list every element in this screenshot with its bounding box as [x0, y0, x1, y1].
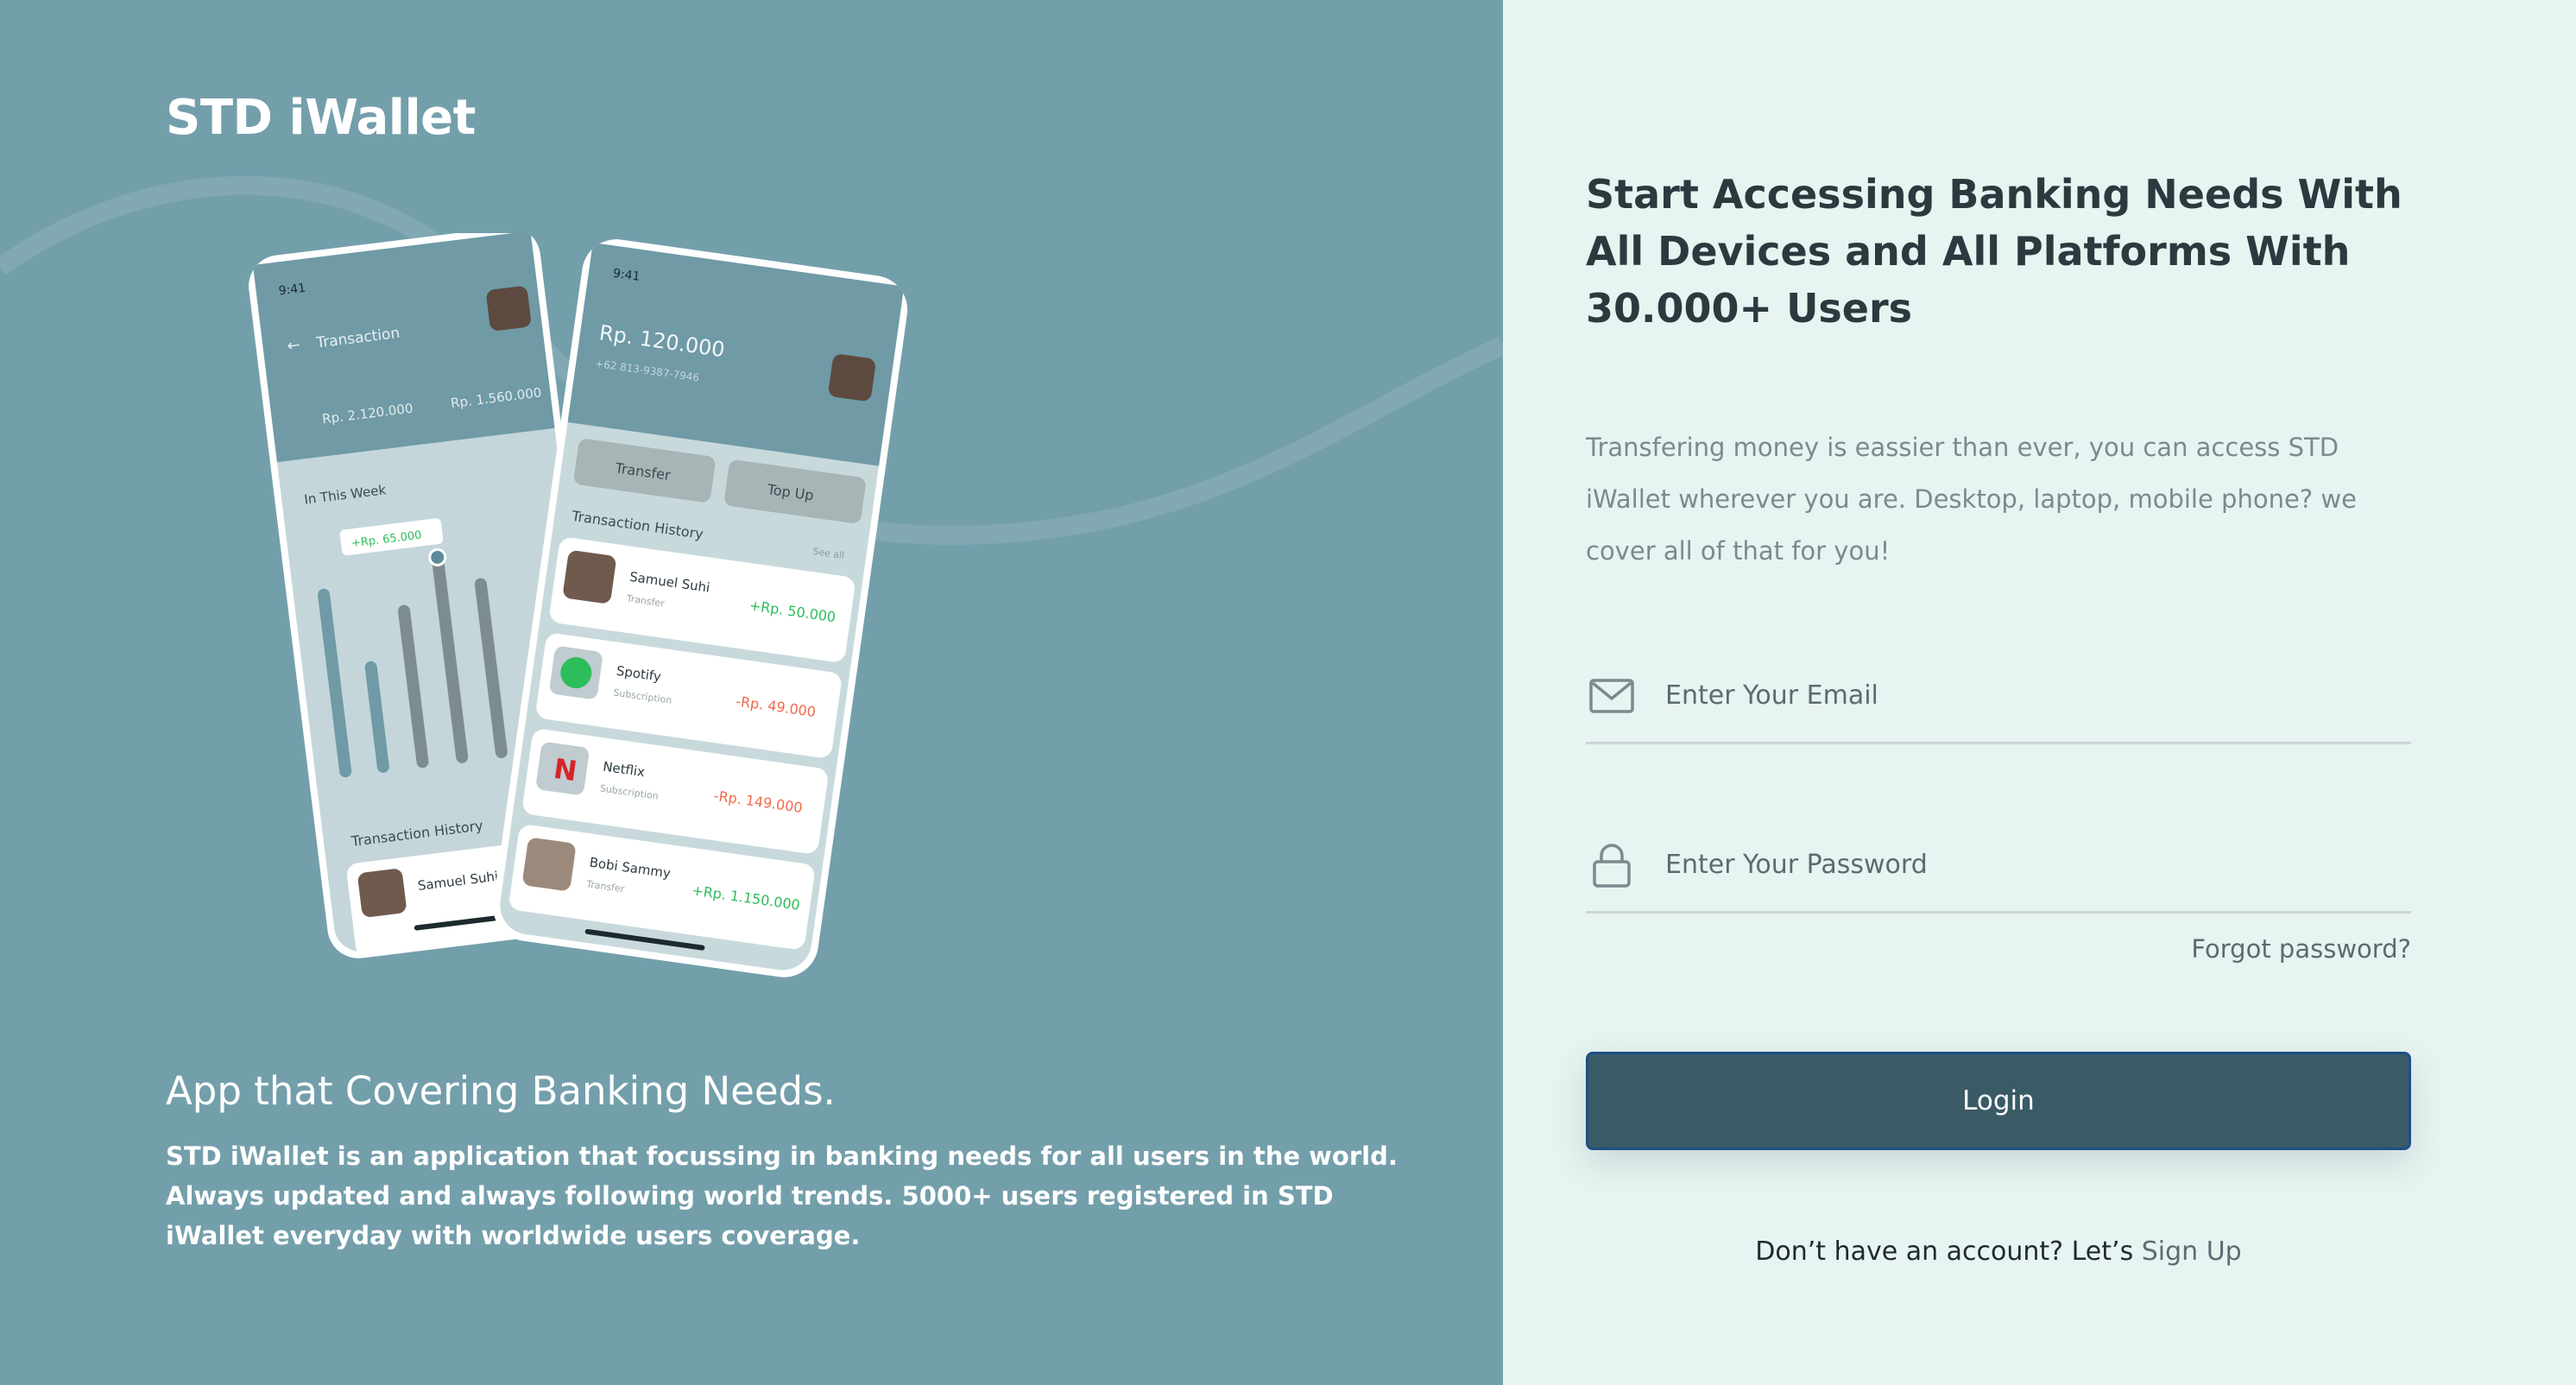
mail-icon: [1589, 678, 1634, 713]
svg-text:←: ←: [286, 336, 301, 356]
login-button[interactable]: Login: [1586, 1052, 2411, 1150]
login-panel: Start Accessing Banking Needs With All D…: [1503, 0, 2576, 1385]
email-input[interactable]: [1665, 680, 2373, 711]
app-mockup-illustration: 9:41 Transaction ← Rp. 2.120.000 Rp. 1.5…: [249, 233, 908, 977]
signup-link[interactable]: Sign Up: [2142, 1236, 2242, 1267]
hero-description: STD iWallet is an application that focus…: [166, 1142, 1398, 1250]
forgot-password-link[interactable]: Forgot password?: [2191, 934, 2411, 964]
email-field-row: [1586, 649, 2411, 744]
password-input[interactable]: [1665, 850, 2373, 880]
svg-text:N: N: [552, 752, 579, 787]
login-headline: Start Accessing Banking Needs With All D…: [1586, 171, 2402, 332]
login-intro: Transfering money is eassier than ever, …: [1586, 433, 2357, 566]
front-phone: 9:41 Rp. 120.000 +62 813-9387-7946 Trans…: [493, 239, 908, 977]
hero-panel: STD iWallet 9:41 Transaction ← Rp. 2.120…: [0, 0, 1503, 1385]
hero-tagline: App that Covering Banking Needs.: [166, 1068, 836, 1114]
lock-icon: [1593, 843, 1631, 888]
signup-prompt-line: Don’t have an account? Let’s Sign Up: [1586, 1236, 2411, 1267]
login-page: STD iWallet 9:41 Transaction ← Rp. 2.120…: [0, 0, 2576, 1385]
password-field-row: [1586, 819, 2411, 914]
signup-prompt: Don’t have an account? Let’s: [1755, 1236, 2134, 1267]
brand-logo: STD iWallet: [166, 90, 476, 146]
